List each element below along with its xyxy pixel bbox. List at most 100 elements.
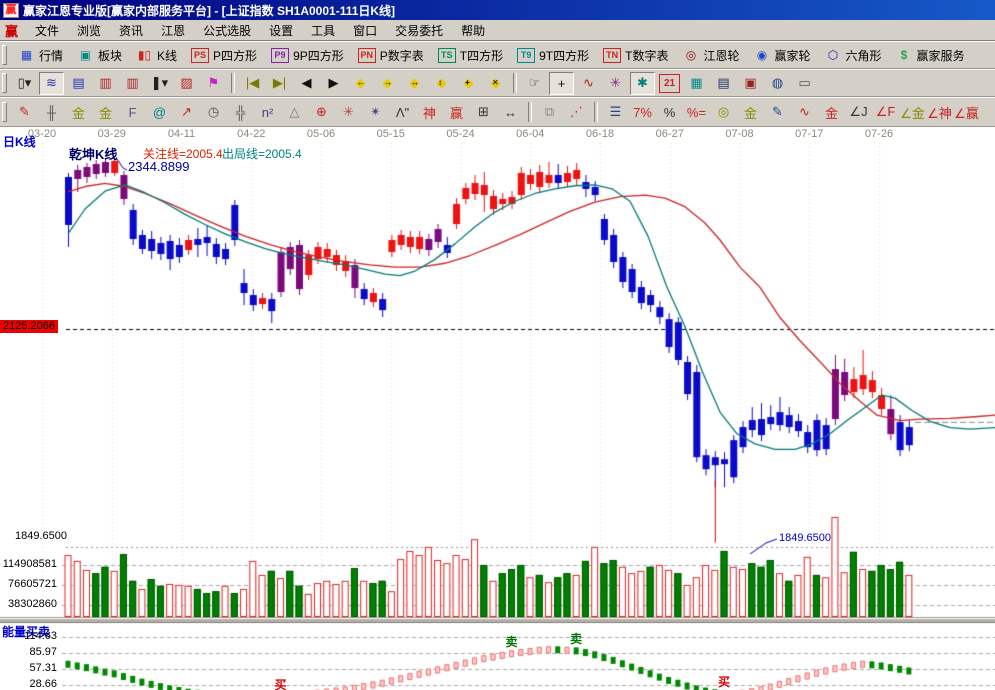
gold-red-button[interactable]: 金 xyxy=(819,101,844,124)
crosshair-tool-button[interactable]: + xyxy=(549,72,574,95)
quotes-icon: ▦ xyxy=(18,48,35,63)
menu-item-0[interactable]: 文件 xyxy=(26,23,68,39)
star-rays-button[interactable]: ✳ xyxy=(336,101,361,124)
grid-2-button[interactable]: ╬ xyxy=(228,101,253,124)
n-square-button[interactable]: n² xyxy=(255,101,280,124)
toolbar-grip[interactable] xyxy=(2,45,7,65)
comb-grid-button[interactable]: ╫ xyxy=(39,101,64,124)
t-table-button[interactable]: TNT数字表 xyxy=(596,44,675,67)
win-grid-button[interactable]: 赢 xyxy=(444,101,469,124)
t-square-button[interactable]: TST四方形 xyxy=(431,44,510,67)
flag-colored-button[interactable]: ⚑ xyxy=(201,72,226,95)
p-table-button[interactable]: PNP数字表 xyxy=(351,44,431,67)
brain-tool-button[interactable]: ✱ xyxy=(630,72,655,95)
export-button[interactable]: ▭ xyxy=(792,72,817,95)
diamond-lr-icon: ↔ xyxy=(411,78,419,87)
wave-red-button[interactable]: ∿ xyxy=(792,101,817,124)
diamond-star-button[interactable]: ◆✕ xyxy=(483,72,508,95)
kline-button[interactable]: ▮▯K线 xyxy=(129,44,184,67)
menu-item-4[interactable]: 公式选股 xyxy=(194,23,260,39)
diamond-right-button[interactable]: ◆→ xyxy=(375,72,400,95)
menu-item-7[interactable]: 窗口 xyxy=(344,23,386,39)
percent-lines-button[interactable]: %= xyxy=(684,101,709,124)
date-label: 07-08 xyxy=(725,128,753,140)
winner-wheel-button[interactable]: ◉赢家轮 xyxy=(746,44,817,67)
chart-canvas[interactable] xyxy=(0,127,995,690)
save-button[interactable]: ▣ xyxy=(738,72,763,95)
rocket-button[interactable]: ↗ xyxy=(174,101,199,124)
gann-wheel-button[interactable]: ◎江恩轮 xyxy=(675,44,746,67)
pen-blue-button[interactable]: ✎ xyxy=(765,101,790,124)
report-button[interactable]: ▤ xyxy=(711,72,736,95)
diamond-left-button[interactable]: ◆← xyxy=(348,72,373,95)
nav-next-button[interactable]: ▶ xyxy=(321,72,346,95)
matrix-button[interactable]: ▦ xyxy=(684,72,709,95)
gold-comb-2-button[interactable]: 金 xyxy=(93,101,118,124)
menu-item-1[interactable]: 浏览 xyxy=(68,23,110,39)
menu-item-5[interactable]: 设置 xyxy=(260,23,302,39)
clock-circle-button[interactable]: ◷ xyxy=(201,101,226,124)
volume-scale-label: 114908581 xyxy=(0,558,57,570)
angle-f-button[interactable]: ∠F xyxy=(873,101,898,124)
9t-square-button[interactable]: T99T四方形 xyxy=(510,44,596,67)
bars-9-button[interactable]: ▥ xyxy=(120,72,145,95)
toolbar-grip[interactable] xyxy=(2,73,7,93)
bars-3-button[interactable]: ▥ xyxy=(93,72,118,95)
web-rays-button[interactable]: ✴ xyxy=(363,101,388,124)
candle-style-dropdown-button[interactable]: ❚▾ xyxy=(147,72,172,95)
shen-grid-button[interactable]: 神 xyxy=(417,101,442,124)
hand-tool-button[interactable]: ☞ xyxy=(522,72,547,95)
box-tool-button[interactable]: ⧉ xyxy=(537,101,562,124)
service-button[interactable]: $赢家服务 xyxy=(889,44,972,67)
spiral-button[interactable]: @ xyxy=(147,101,172,124)
target-button[interactable]: ⊕ xyxy=(309,101,334,124)
sectors-button[interactable]: ▣板块 xyxy=(70,44,129,67)
menu-item-9[interactable]: 帮助 xyxy=(452,23,494,39)
flower-tool-button[interactable]: ✳ xyxy=(603,72,628,95)
nav-last-button[interactable]: ▶| xyxy=(267,72,292,95)
p-square-button[interactable]: PSP四方形 xyxy=(184,44,264,67)
angle-shen-button[interactable]: ∠神 xyxy=(927,101,952,124)
indicator-scale-label: 28.66 xyxy=(0,678,57,690)
protractor-button[interactable]: △ xyxy=(282,101,307,124)
diamond-lr-button[interactable]: ◆↔ xyxy=(402,72,427,95)
title-bar[interactable]: 赢 赢家江恩专业版[赢家内部服务平台] - [上证指数 SH1A0001-111… xyxy=(0,0,995,20)
fan-lines-button[interactable]: ⋰ xyxy=(564,101,589,124)
trend-tool-button[interactable]: ∿ xyxy=(576,72,601,95)
menu-item-6[interactable]: 工具 xyxy=(302,23,344,39)
kline-type-dropdown-button[interactable]: ▯▾ xyxy=(12,72,37,95)
gold-comb-button[interactable]: 金 xyxy=(66,101,91,124)
angle-j-button[interactable]: ∠J xyxy=(846,101,871,124)
ladder-button[interactable]: ☰ xyxy=(603,101,628,124)
region-wave-button[interactable]: ≋ xyxy=(39,72,64,95)
angle-win-button[interactable]: ∠赢 xyxy=(954,101,979,124)
calendar-button[interactable]: 21 xyxy=(659,74,680,93)
diamond-all-button[interactable]: ◆+ xyxy=(456,72,481,95)
pen-red-button[interactable]: ✎ xyxy=(12,101,37,124)
menu-item-3[interactable]: 江恩 xyxy=(152,23,194,39)
nav-prev-button[interactable]: ◀ xyxy=(294,72,319,95)
toolbar-separator xyxy=(594,102,598,122)
percent-button[interactable]: % xyxy=(657,101,682,124)
gold-circle-button[interactable]: ◎ xyxy=(711,101,736,124)
9p-square-button[interactable]: P99P四方形 xyxy=(264,44,351,67)
info-note-button[interactable]: ▤ xyxy=(66,72,91,95)
hexagon-button[interactable]: ⬡六角形 xyxy=(818,44,889,67)
width-measure-button[interactable]: ↔ xyxy=(498,101,523,124)
gold-levels-button[interactable]: 金 xyxy=(738,101,763,124)
percent-7-button[interactable]: 7% xyxy=(630,101,655,124)
menu-item-2[interactable]: 资讯 xyxy=(110,23,152,39)
angle-gold-button[interactable]: ∠金 xyxy=(900,101,925,124)
p-table-label: P数字表 xyxy=(380,47,424,64)
web-sync-button[interactable]: ◍ xyxy=(765,72,790,95)
nav-first-button[interactable]: |◀ xyxy=(240,72,265,95)
f-comb-button[interactable]: F xyxy=(120,101,145,124)
date-label: 04-11 xyxy=(168,128,195,140)
diamond-ud-button[interactable]: ◆↕ xyxy=(429,72,454,95)
map-red-button[interactable]: ▨ xyxy=(174,72,199,95)
toolbar-grip[interactable] xyxy=(2,102,7,122)
num-grid-button[interactable]: ⊞ xyxy=(471,101,496,124)
menu-item-8[interactable]: 交易委托 xyxy=(386,23,452,39)
k-quote-button[interactable]: Λ" xyxy=(390,101,415,124)
quotes-button[interactable]: ▦行情 xyxy=(11,44,70,67)
